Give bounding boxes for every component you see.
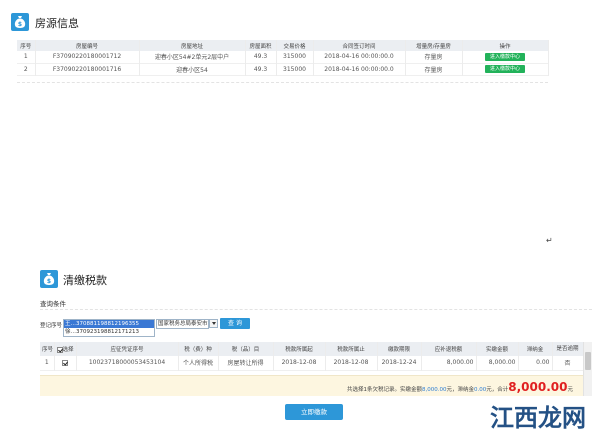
cell-due: 8,000.00: [421, 356, 477, 370]
cell-area: 49.3: [245, 63, 277, 75]
cell-index: 2: [17, 63, 36, 75]
section-divider: [17, 82, 548, 83]
enter-payment-center-button[interactable]: 进入缴款中心: [484, 52, 525, 61]
chevron-down-icon[interactable]: [209, 319, 218, 328]
summary-text: 共选择1条欠税记录。实缴金额8,000.00元，滞纳金0.00元，合计8,000…: [347, 380, 573, 394]
tax-table: 序号 选择 应征凭证序号 税（费）种 税（品）目 税款所属起 税款所属止 缴款期限 应补退税额实…: [40, 342, 584, 371]
summary-mid2: 元，合计: [486, 387, 509, 393]
column-header: 应征凭证序号: [76, 342, 179, 356]
registration-option-2[interactable]: 徐…370923198812171213: [64, 328, 154, 336]
cell-index: 1: [17, 51, 36, 63]
cell-code: F37090220180001712: [35, 51, 140, 63]
summary-suffix: 元: [567, 387, 573, 393]
column-header: 税（品）目: [218, 342, 274, 356]
registration-option-1[interactable]: 王…370881198812196355: [64, 320, 154, 328]
row-checkbox[interactable]: [62, 359, 68, 366]
return-mark: ↵: [546, 236, 553, 245]
column-header: 税（费）种: [178, 342, 219, 356]
tax-section-title: 清缴税款: [63, 274, 107, 287]
cell-period_start: 2018-12-08: [273, 356, 326, 370]
column-header: 序号: [40, 342, 55, 356]
house-table: 序号 房屋编号 房屋地址 房屋面积 交易价格 合同签订时间 增量房/存量房 操作 1 F3709…: [17, 40, 549, 76]
query-heading: 查询条件: [40, 300, 66, 308]
column-header: 房屋地址: [139, 40, 246, 51]
scroll-thumb[interactable]: [585, 352, 591, 370]
cell-code: F37090220180001716: [35, 63, 140, 75]
summary-paid-amount: 8,000.00: [421, 387, 447, 393]
column-header: 增量房/存量房: [405, 40, 463, 51]
column-header: 税款所属止: [325, 342, 378, 356]
table-row: 1 10023718000053453104 个人所得税 房屋转让所得 2018-12-…: [40, 356, 584, 370]
cell-tax_item: 房屋转让所得: [218, 356, 274, 370]
tax-table-scrollbar[interactable]: [583, 342, 592, 396]
column-header-label: 选择: [62, 347, 74, 353]
column-header-label: 是否逾期: [556, 346, 579, 352]
table-row: 2 F37090220180001716 迎春小区54 49.3 315000 2018-…: [17, 63, 549, 75]
cell-action: 进入缴款中心: [462, 63, 549, 75]
scroll-up-button[interactable]: [584, 342, 592, 349]
enter-payment-center-button[interactable]: 进入缴款中心: [484, 65, 525, 73]
cell-price: 315000: [276, 51, 314, 63]
cell-late_fee: 0.00: [518, 356, 553, 370]
column-header: 税款所属起: [273, 342, 326, 356]
registration-number-list[interactable]: 王…370881198812196355 徐…37092319881217121…: [63, 319, 155, 337]
column-header: 操作: [462, 40, 549, 51]
tax-table-header: 序号 选择 应征凭证序号 税（费）种 税（品）目 税款所属起 税款所属止 缴款期限 应补退税额实…: [40, 342, 584, 356]
svg-text:$: $: [18, 21, 22, 28]
column-header: 选择: [54, 342, 77, 356]
summary-mid1: 元，滞纳金: [446, 387, 474, 393]
column-header: 房屋面积: [245, 40, 277, 51]
cell-paid: 8,000.00: [476, 356, 519, 370]
column-header: 缴款期限: [377, 342, 422, 356]
column-header: 实缴金额: [476, 342, 519, 356]
cell-index: 1: [40, 356, 55, 370]
query-divider: [40, 309, 592, 310]
pay-now-button[interactable]: 立即缴款: [285, 404, 343, 420]
column-header: 应补退税额: [421, 342, 477, 356]
house-table-header: 序号 房屋编号 房屋地址 房屋面积 交易价格 合同签订时间 增量房/存量房 操作: [17, 40, 549, 51]
cell-deadline: 2018-12-24: [377, 356, 422, 370]
column-header: 滞纳金: [518, 342, 553, 356]
cell-area: 49.3: [245, 51, 277, 63]
column-header: 是否逾期: [552, 342, 584, 356]
cell-action: 进入缴款中心: [462, 51, 549, 63]
cell-address: 迎春小区54: [139, 63, 246, 75]
column-header: 交易价格: [276, 40, 314, 51]
registration-number-label: 登记序号: [40, 323, 63, 329]
scroll-down-button[interactable]: [584, 389, 592, 396]
cell-signed: 2018-04-16 00:00:00.0: [313, 51, 406, 63]
column-header: 房屋编号: [35, 40, 140, 51]
svg-text:$: $: [47, 278, 51, 285]
summary-late-amount: 0.00: [474, 387, 487, 393]
payment-summary: 共选择1条欠税记录。实缴金额8,000.00元，滞纳金0.00元，合计8,000…: [40, 375, 583, 396]
cell-kind: 存量房: [405, 63, 463, 75]
house-section-title: 房源信息: [35, 17, 79, 30]
column-header: 合同签订时间: [313, 40, 406, 51]
column-header: 序号: [17, 40, 36, 51]
summary-total: 8,000.00: [508, 380, 568, 394]
cell-voucher: 10023718000053453104: [76, 356, 179, 370]
money-bag-icon: $: [40, 270, 58, 288]
cell-price: 315000: [276, 63, 314, 75]
money-bag-icon: $: [11, 13, 29, 31]
search-button[interactable]: 查 询: [220, 318, 250, 329]
cell-overdue: 否: [552, 356, 584, 370]
table-row: 1 F37090220180001712 迎春小区54#2单元2层中户 49.3 315…: [17, 51, 549, 63]
tax-authority-select[interactable]: 国家税务总局泰安市: [156, 319, 209, 329]
cell-period_end: 2018-12-08: [325, 356, 378, 370]
cell-kind: 存量房: [405, 51, 463, 63]
select-all-checkbox[interactable]: [56, 346, 63, 353]
cell-address: 迎春小区54#2单元2层中户: [139, 51, 246, 63]
cell-tax_type: 个人所得税: [178, 356, 219, 370]
summary-prefix: 共选择1条欠税记录。实缴金额: [346, 387, 422, 393]
cell-checked: [54, 356, 77, 370]
cell-signed: 2018-04-16 00:00:00.0: [313, 63, 406, 75]
